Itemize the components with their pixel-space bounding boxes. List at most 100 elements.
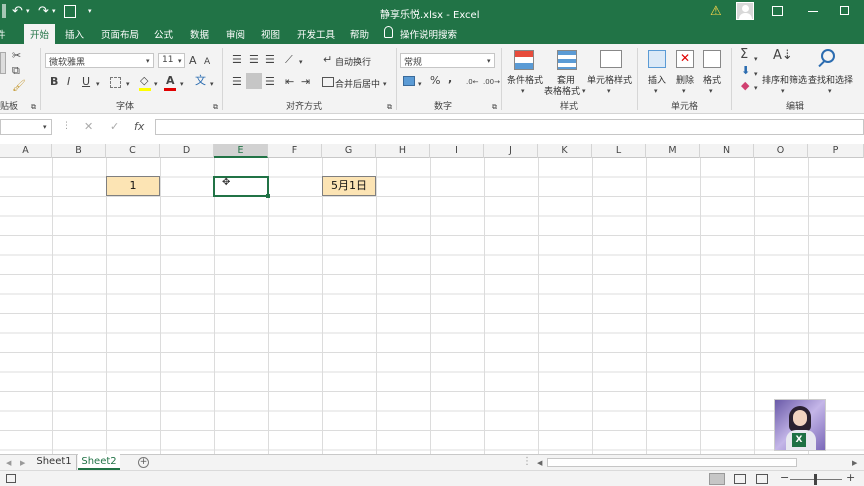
wrap-text-button[interactable]: 自动换行	[335, 55, 371, 68]
insert-cells-icon[interactable]	[648, 50, 666, 68]
print-preview-icon[interactable]	[64, 5, 76, 18]
paste-icon[interactable]	[0, 52, 6, 74]
formula-input[interactable]	[155, 119, 864, 135]
align-middle-icon[interactable]: ☰	[249, 54, 259, 66]
font-name-dropdown-icon[interactable]: ▾	[146, 55, 150, 67]
delete-cells-icon[interactable]: ✕	[676, 50, 694, 68]
sheet-tab-sheet1[interactable]: Sheet1	[32, 455, 77, 470]
orientation-icon[interactable]: ⟋	[285, 54, 293, 66]
tab-review[interactable]: 审阅	[226, 27, 245, 41]
redo-icon[interactable]: ↷	[38, 4, 49, 19]
redo-dropdown-icon[interactable]: ▾	[52, 7, 56, 15]
grow-font-icon[interactable]: A	[189, 55, 197, 67]
column-header-e[interactable]: E	[214, 144, 268, 158]
confirm-entry-icon[interactable]: ✓	[110, 121, 119, 133]
column-header-b[interactable]: B	[52, 144, 106, 158]
customize-icon[interactable]: ▾	[88, 7, 92, 15]
increase-decimal-icon[interactable]: .0←	[466, 76, 479, 88]
conditional-formatting-dropdown-icon[interactable]: ▾	[521, 85, 525, 97]
hscroll-right-icon[interactable]: ▶	[852, 457, 857, 469]
clear-dropdown-icon[interactable]: ▾	[754, 82, 758, 94]
align-center-icon[interactable]	[246, 73, 262, 89]
cell-g2[interactable]: 5月1日	[322, 176, 376, 196]
undo-icon[interactable]: ↶	[12, 4, 23, 19]
copy-icon[interactable]: ⧉	[12, 65, 20, 77]
conditional-formatting-button[interactable]: 条件格式	[507, 73, 543, 86]
merge-center-icon[interactable]	[322, 77, 334, 87]
tab-file[interactable]: 件	[0, 27, 6, 41]
warning-icon[interactable]: ⚠	[710, 4, 722, 19]
shrink-font-icon[interactable]: A	[204, 56, 210, 68]
percent-style-button[interactable]: %	[430, 75, 440, 87]
insert-cells-dropdown-icon[interactable]: ▾	[654, 85, 658, 97]
sort-filter-icon[interactable]: A⇣	[773, 49, 793, 62]
user-avatar-icon[interactable]	[736, 2, 754, 20]
zoom-slider-thumb[interactable]	[814, 474, 817, 485]
align-right-icon[interactable]: ☰	[265, 76, 275, 88]
font-color-icon[interactable]: A	[166, 75, 175, 87]
column-header-j[interactable]: J	[484, 144, 538, 158]
undo-dropdown-icon[interactable]: ▾	[26, 7, 30, 15]
format-painter-icon[interactable]: 🖌	[12, 80, 26, 92]
align-left-icon[interactable]: ☰	[232, 76, 242, 88]
phonetic-icon[interactable]: 文	[195, 75, 206, 87]
accounting-dropdown-icon[interactable]: ▾	[418, 78, 422, 90]
align-bottom-icon[interactable]: ☰	[265, 54, 275, 66]
sheet-tab-sheet2[interactable]: Sheet2	[78, 454, 120, 470]
fill-color-icon[interactable]: ◇	[140, 75, 148, 87]
column-header-g[interactable]: G	[322, 144, 376, 158]
column-header-f[interactable]: F	[268, 144, 322, 158]
font-size-dropdown-icon[interactable]: ▾	[178, 55, 182, 67]
column-header-p[interactable]: P	[808, 144, 864, 158]
page-break-view-icon[interactable]	[756, 474, 768, 484]
borders-dropdown-icon[interactable]: ▾	[126, 78, 130, 90]
italic-button[interactable]: I	[67, 76, 70, 88]
fill-dropdown-icon[interactable]: ▾	[754, 68, 758, 80]
clear-icon[interactable]: ◆	[741, 80, 749, 92]
column-header-a[interactable]: A	[0, 144, 52, 158]
column-header-n[interactable]: N	[700, 144, 754, 158]
conditional-formatting-icon[interactable]	[514, 50, 534, 70]
zoom-in-icon[interactable]: +	[846, 472, 855, 484]
format-cells-dropdown-icon[interactable]: ▾	[709, 85, 713, 97]
clipboard-launcher-icon[interactable]: ⧉	[31, 101, 36, 113]
increase-indent-icon[interactable]: ⇥	[301, 76, 310, 88]
find-select-dropdown-icon[interactable]: ▾	[828, 85, 832, 97]
lightbulb-icon[interactable]	[384, 26, 393, 38]
normal-view-icon[interactable]	[709, 473, 725, 485]
column-header-d[interactable]: D	[160, 144, 214, 158]
column-header-i[interactable]: I	[430, 144, 484, 158]
zoom-out-icon[interactable]: −	[780, 472, 789, 484]
format-as-table-dropdown-icon[interactable]: ▾	[582, 85, 586, 97]
underline-button[interactable]: U	[82, 76, 90, 88]
borders-icon[interactable]	[110, 77, 121, 88]
column-header-o[interactable]: O	[754, 144, 808, 158]
tell-me-search[interactable]: 操作说明搜索	[400, 27, 457, 41]
font-launcher-icon[interactable]: ⧉	[213, 101, 218, 113]
page-layout-view-icon[interactable]	[734, 474, 746, 484]
insert-function-icon[interactable]: fx	[134, 121, 144, 133]
scroll-tabs-left-icon[interactable]: ◀	[6, 457, 11, 469]
horizontal-scrollbar[interactable]	[547, 458, 797, 467]
underline-dropdown-icon[interactable]: ▾	[96, 78, 100, 90]
sort-filter-dropdown-icon[interactable]: ▾	[781, 85, 785, 97]
autosum-icon[interactable]: Σ	[740, 48, 748, 61]
worksheet-grid[interactable]	[0, 158, 864, 454]
fill-icon[interactable]: ⬇	[741, 65, 750, 77]
tab-formulas[interactable]: 公式	[154, 27, 173, 41]
column-header-k[interactable]: K	[538, 144, 592, 158]
add-sheet-icon[interactable]: +	[138, 457, 149, 468]
phonetic-dropdown-icon[interactable]: ▾	[210, 78, 214, 90]
tab-view[interactable]: 视图	[261, 27, 280, 41]
minimize-icon[interactable]	[808, 11, 818, 12]
cancel-entry-icon[interactable]: ✕	[84, 121, 93, 133]
decrease-decimal-icon[interactable]: .00→	[483, 76, 500, 88]
tab-home[interactable]: 开始	[24, 24, 56, 44]
save-icon[interactable]	[2, 4, 6, 18]
column-header-m[interactable]: M	[646, 144, 700, 158]
comma-style-button[interactable]: ,	[448, 73, 452, 85]
ribbon-display-options-icon[interactable]	[772, 6, 783, 16]
number-launcher-icon[interactable]: ⧉	[492, 101, 497, 113]
fill-handle[interactable]	[266, 194, 270, 198]
merge-center-button[interactable]: 合并后居中	[335, 77, 380, 90]
